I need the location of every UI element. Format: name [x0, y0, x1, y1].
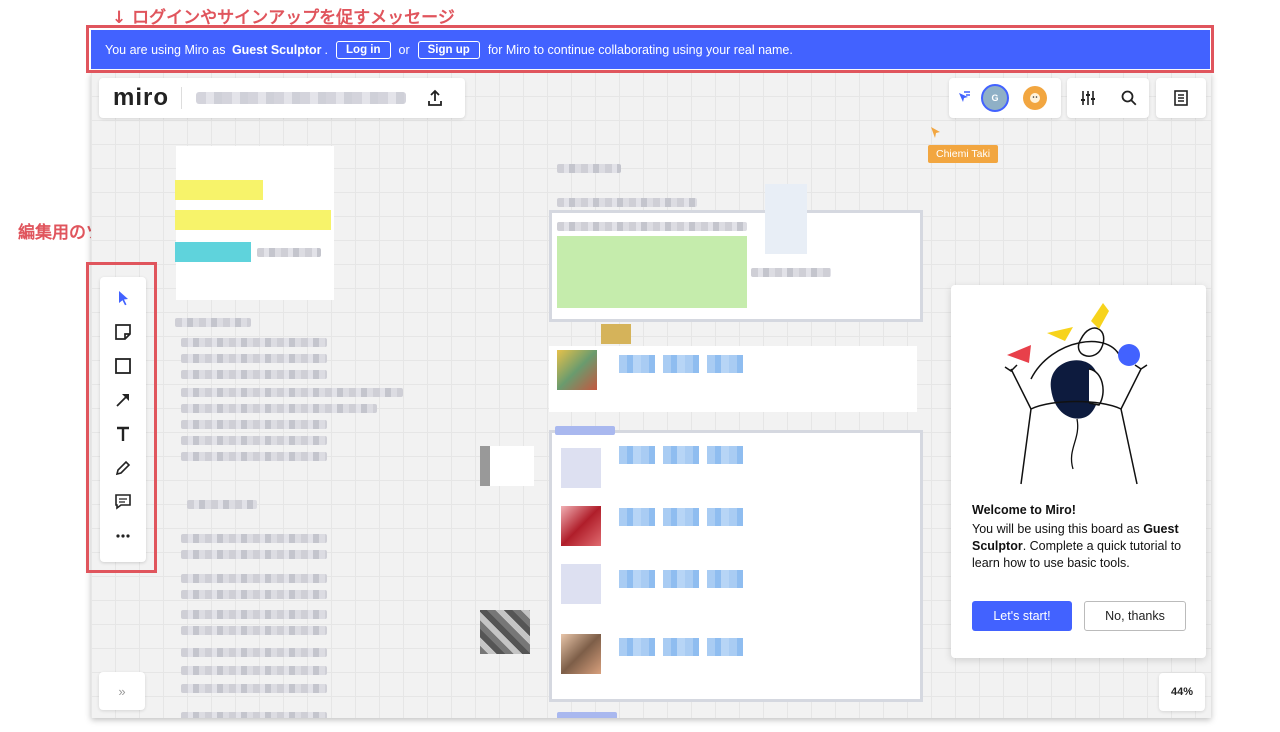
board-image [601, 324, 631, 344]
blur-text [181, 574, 327, 583]
board-image[interactable] [561, 448, 601, 488]
blur-text [187, 500, 257, 509]
blur-text [751, 268, 831, 277]
welcome-desc-prefix: You will be using this board as [972, 522, 1140, 536]
board-image[interactable] [480, 610, 530, 654]
cyan-highlight [175, 242, 251, 262]
blue-tag [663, 638, 699, 656]
notes-list-icon[interactable] [1164, 81, 1198, 115]
blur-text [181, 420, 327, 429]
search-icon[interactable] [1112, 81, 1146, 115]
collaborator-avatar[interactable] [1023, 86, 1047, 110]
blur-text [181, 452, 327, 461]
blue-tag [663, 355, 699, 373]
settings-sliders-icon[interactable] [1071, 81, 1105, 115]
yellow-highlight [175, 180, 263, 200]
blur-text [181, 388, 403, 397]
board-image[interactable] [561, 506, 601, 546]
zoom-level[interactable]: 44% [1159, 673, 1205, 711]
board-header: miro [99, 78, 465, 118]
blur-text [557, 712, 617, 718]
blur-text [181, 534, 327, 543]
board-image[interactable] [765, 184, 807, 254]
notes-bar [1156, 78, 1206, 118]
blur-text [181, 338, 327, 347]
blur-text [181, 404, 377, 413]
blur-text [257, 248, 321, 257]
board-image[interactable] [561, 634, 601, 674]
collaborator-cursor-label: Chiemi Taki [928, 145, 999, 163]
blur-text [181, 712, 327, 718]
collaborators-bar: G [949, 78, 1061, 118]
follow-cursor-icon[interactable] [949, 81, 979, 115]
divider [181, 87, 183, 109]
blue-tag [619, 638, 655, 656]
board-image[interactable] [480, 446, 534, 486]
share-upload-icon[interactable] [418, 81, 452, 115]
blur-text [181, 550, 327, 559]
blur-text [181, 648, 327, 657]
board-title-blurred[interactable] [196, 92, 407, 104]
board-frame[interactable] [549, 430, 923, 702]
blue-tag [619, 508, 655, 526]
blur-text [181, 370, 327, 379]
guest-avatar[interactable]: G [981, 84, 1009, 112]
lets-start-button[interactable]: Let's start! [972, 601, 1072, 631]
blue-tag [619, 446, 655, 464]
blur-text [181, 626, 327, 635]
blue-tag [707, 638, 743, 656]
welcome-dialog: Welcome to Miro! You will be using this … [951, 285, 1206, 658]
blur-text [175, 318, 251, 327]
blur-text [181, 610, 327, 619]
yellow-highlight [175, 210, 331, 230]
blue-tag [619, 570, 655, 588]
blur-text [181, 666, 327, 675]
green-sticky[interactable] [557, 236, 747, 308]
blue-tag [619, 355, 655, 373]
blur-text [181, 590, 327, 599]
blue-tag [663, 508, 699, 526]
no-thanks-button[interactable]: No, thanks [1084, 601, 1186, 631]
blue-tag [707, 570, 743, 588]
miro-logo[interactable]: miro [99, 84, 181, 112]
blur-text [557, 164, 621, 173]
blur-text [557, 222, 747, 231]
toolbox-highlight-box [86, 262, 157, 573]
blue-tag [663, 446, 699, 464]
blue-tag [663, 570, 699, 588]
blur-text [181, 684, 327, 693]
welcome-description: You will be using this board as Guest Sc… [972, 521, 1192, 572]
blur-text [181, 436, 327, 445]
board-image[interactable] [557, 350, 597, 390]
blur-text [555, 426, 615, 435]
banner-highlight-box [86, 25, 1214, 73]
blue-tag [707, 355, 743, 373]
welcome-title: Welcome to Miro! [972, 503, 1076, 517]
collaborator-cursor-icon [931, 127, 940, 138]
blue-tag [707, 446, 743, 464]
board-image[interactable] [561, 564, 601, 604]
tools-bar [1067, 78, 1149, 118]
expand-panel-button[interactable]: » [99, 672, 145, 710]
blue-tag [707, 508, 743, 526]
welcome-illustration [1004, 303, 1148, 485]
blur-text [181, 354, 327, 363]
blur-text [557, 198, 697, 207]
